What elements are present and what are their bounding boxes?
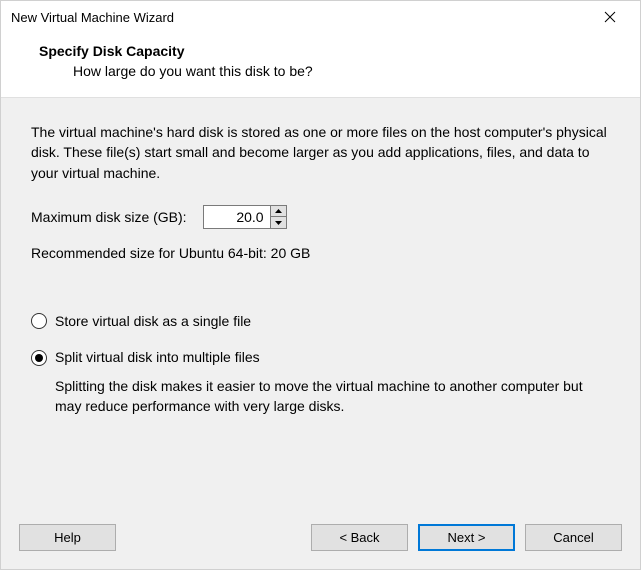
spinner-down-button[interactable]: [271, 216, 286, 228]
radio-split-label: Split virtual disk into multiple files: [55, 347, 260, 367]
recommended-size-text: Recommended size for Ubuntu 64-bit: 20 G…: [31, 243, 610, 263]
next-button[interactable]: Next >: [418, 524, 515, 551]
chevron-up-icon: [275, 209, 282, 213]
close-icon: [604, 11, 616, 23]
spinner-up-button[interactable]: [271, 206, 286, 217]
wizard-header: Specify Disk Capacity How large do you w…: [1, 33, 640, 97]
radio-single-file[interactable]: Store virtual disk as a single file: [31, 311, 610, 331]
window-title: New Virtual Machine Wizard: [11, 10, 588, 25]
split-note-text: Splitting the disk makes it easier to mo…: [55, 376, 610, 417]
radio-split-indicator: [31, 350, 47, 366]
wizard-content: The virtual machine's hard disk is store…: [1, 98, 640, 510]
disk-size-input[interactable]: [204, 206, 270, 228]
radio-single-label: Store virtual disk as a single file: [55, 311, 251, 331]
radio-split-file[interactable]: Split virtual disk into multiple files: [31, 347, 610, 367]
wizard-window: New Virtual Machine Wizard Specify Disk …: [0, 0, 641, 570]
spinner-buttons: [270, 206, 286, 228]
radio-dot-icon: [35, 354, 43, 362]
radio-single-indicator: [31, 313, 47, 329]
description-text: The virtual machine's hard disk is store…: [31, 122, 610, 183]
chevron-down-icon: [275, 221, 282, 225]
page-subtitle: How large do you want this disk to be?: [73, 63, 610, 79]
page-title: Specify Disk Capacity: [39, 43, 610, 59]
back-button[interactable]: < Back: [311, 524, 408, 551]
disk-size-row: Maximum disk size (GB):: [31, 205, 610, 229]
close-button[interactable]: [588, 3, 632, 31]
titlebar: New Virtual Machine Wizard: [1, 1, 640, 33]
button-bar: Help < Back Next > Cancel: [1, 510, 640, 569]
disk-size-label: Maximum disk size (GB):: [31, 207, 187, 227]
cancel-button[interactable]: Cancel: [525, 524, 622, 551]
help-button[interactable]: Help: [19, 524, 116, 551]
disk-size-spinner[interactable]: [203, 205, 287, 229]
